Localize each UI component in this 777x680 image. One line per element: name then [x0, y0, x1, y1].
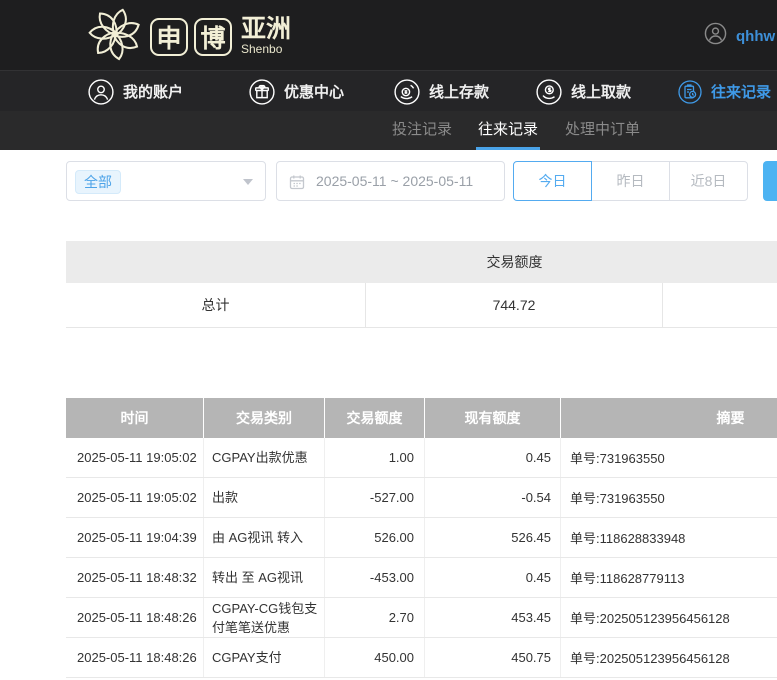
cell-balance: 450.75 [425, 638, 561, 677]
cell-balance: 0.45 [425, 558, 561, 597]
date-range-value: 2025-05-11 ~ 2025-05-11 [316, 162, 473, 200]
logo-region: 亚洲 Shenbo [241, 17, 291, 56]
tab-processing-orders[interactable]: 处理中订单 [565, 111, 640, 150]
yesterday-button[interactable]: 昨日 [591, 161, 670, 201]
cell-amount: -453.00 [325, 558, 425, 597]
cell-amount: 1.00 [325, 438, 425, 477]
cell-time: 2025-05-11 18:48:26 [66, 638, 204, 677]
cell-type: 转出 至 AG视讯 [204, 558, 325, 597]
user-avatar-icon [704, 22, 727, 50]
table-row: 2025-05-11 19:05:02 CGPAY出款优惠 1.00 0.45 … [66, 438, 777, 478]
cell-time: 2025-05-11 19:04:39 [66, 518, 204, 557]
chevron-down-icon [243, 179, 253, 185]
cell-type: 由 AG视讯 转入 [204, 518, 325, 557]
column-header-summary: 摘要 [561, 398, 777, 438]
transactions-header-row: 时间 交易类别 交易额度 现有额度 摘要 [66, 398, 777, 438]
summary-row-label: 总计 [66, 283, 366, 327]
column-header-type: 交易类别 [204, 398, 325, 438]
summary-total-value: 744.72 [366, 283, 663, 327]
cell-type: CGPAY出款优惠 [204, 438, 325, 477]
user-icon [88, 79, 114, 105]
logo-char-bo: 博 [194, 18, 232, 56]
cell-summary: 单号:731963550 [561, 438, 777, 477]
nav-label: 线上存款 [429, 81, 489, 102]
cell-summary: 单号:202505123956456128 [561, 598, 777, 637]
nav-item-deposit[interactable]: 线上存款 [394, 71, 489, 112]
quick-date-buttons: 今日 昨日 近8日 [513, 161, 748, 201]
table-row: 2025-05-11 18:48:32 转出 至 AG视讯 -453.00 0.… [66, 558, 777, 598]
cell-time: 2025-05-11 19:05:02 [66, 438, 204, 477]
summary-total-row: 总计 744.72 [66, 283, 777, 328]
cell-summary: 单号:118628779113 [561, 558, 777, 597]
username: qhhw [736, 28, 775, 45]
brand-logo[interactable]: 申 博 亚洲 Shenbo [86, 5, 291, 68]
type-select[interactable]: 全部 [66, 161, 266, 201]
sub-nav: 投注记录 往来记录 处理中订单 [0, 111, 777, 150]
transactions-table: 时间 交易类别 交易额度 现有额度 摘要 2025-05-11 19:05:02… [66, 398, 777, 678]
summary-header-row: 交易额度 [66, 241, 777, 283]
logo-subtitle: Shenbo [241, 42, 291, 56]
today-button[interactable]: 今日 [513, 161, 592, 201]
search-button[interactable] [763, 161, 777, 201]
nav-label: 线上取款 [571, 81, 631, 102]
table-row: 2025-05-11 18:48:26 CGPAY支付 450.00 450.7… [66, 638, 777, 678]
cell-type: CGPAY支付 [204, 638, 325, 677]
records-icon [678, 80, 702, 104]
tab-transaction-records[interactable]: 往来记录 [478, 111, 538, 150]
cell-amount: -527.00 [325, 478, 425, 517]
cell-balance: 526.45 [425, 518, 561, 557]
main-nav: 我的账户 优惠中心 [0, 70, 777, 111]
nav-label: 优惠中心 [284, 81, 344, 102]
cell-time: 2025-05-11 19:05:02 [66, 478, 204, 517]
logo-region-text: 亚洲 [241, 17, 291, 42]
column-header-time: 时间 [66, 398, 204, 438]
page: 申 博 亚洲 Shenbo qhhw [0, 0, 777, 680]
cell-balance: 0.45 [425, 438, 561, 477]
nav-item-withdraw[interactable]: 线上取款 [536, 71, 631, 112]
cell-amount: 450.00 [325, 638, 425, 677]
selected-type-tag[interactable]: 全部 [75, 170, 121, 194]
cell-time: 2025-05-11 18:48:32 [66, 558, 204, 597]
cell-summary: 单号:118628833948 [561, 518, 777, 557]
table-row: 2025-05-11 19:04:39 由 AG视讯 转入 526.00 526… [66, 518, 777, 558]
nav-item-my-account[interactable]: 我的账户 [88, 71, 183, 112]
cell-type: 出款 [204, 478, 325, 517]
cell-balance: 453.45 [425, 598, 561, 637]
gift-icon [249, 79, 275, 105]
cell-amount: 526.00 [325, 518, 425, 557]
cell-summary: 单号:202505123956456128 [561, 638, 777, 677]
cell-summary: 单号:731963550 [561, 478, 777, 517]
deposit-icon [394, 79, 420, 105]
cell-balance: -0.54 [425, 478, 561, 517]
summary-table: 交易额度 总计 744.72 [66, 241, 777, 328]
withdraw-icon [536, 79, 562, 105]
summary-empty-cell [663, 283, 777, 327]
column-header-balance: 现有额度 [425, 398, 561, 438]
table-row: 2025-05-11 19:05:02 出款 -527.00 -0.54 单号:… [66, 478, 777, 518]
logo-char-shen: 申 [150, 18, 188, 56]
nav-item-transaction-records[interactable]: 往来记录 [678, 71, 771, 112]
table-row: 2025-05-11 18:48:26 CGPAY-CG钱包支付笔笔送优惠 2.… [66, 598, 777, 638]
top-header: 申 博 亚洲 Shenbo qhhw [0, 0, 777, 70]
flower-logo-icon [86, 5, 144, 68]
last-8-days-button[interactable]: 近8日 [669, 161, 748, 201]
cell-amount: 2.70 [325, 598, 425, 637]
tab-betting-records[interactable]: 投注记录 [392, 111, 452, 150]
nav-label: 我的账户 [123, 81, 183, 102]
column-header-amount: 交易额度 [325, 398, 425, 438]
summary-header-label: 交易额度 [366, 252, 663, 272]
cell-type: CGPAY-CG钱包支付笔笔送优惠 [204, 598, 325, 637]
cell-time: 2025-05-11 18:48:26 [66, 598, 204, 637]
date-range-input[interactable]: 2025-05-11 ~ 2025-05-11 [276, 161, 505, 201]
user-account[interactable]: qhhw [704, 22, 775, 50]
nav-label: 往来记录 [711, 81, 771, 102]
nav-item-promotions[interactable]: 优惠中心 [249, 71, 344, 112]
